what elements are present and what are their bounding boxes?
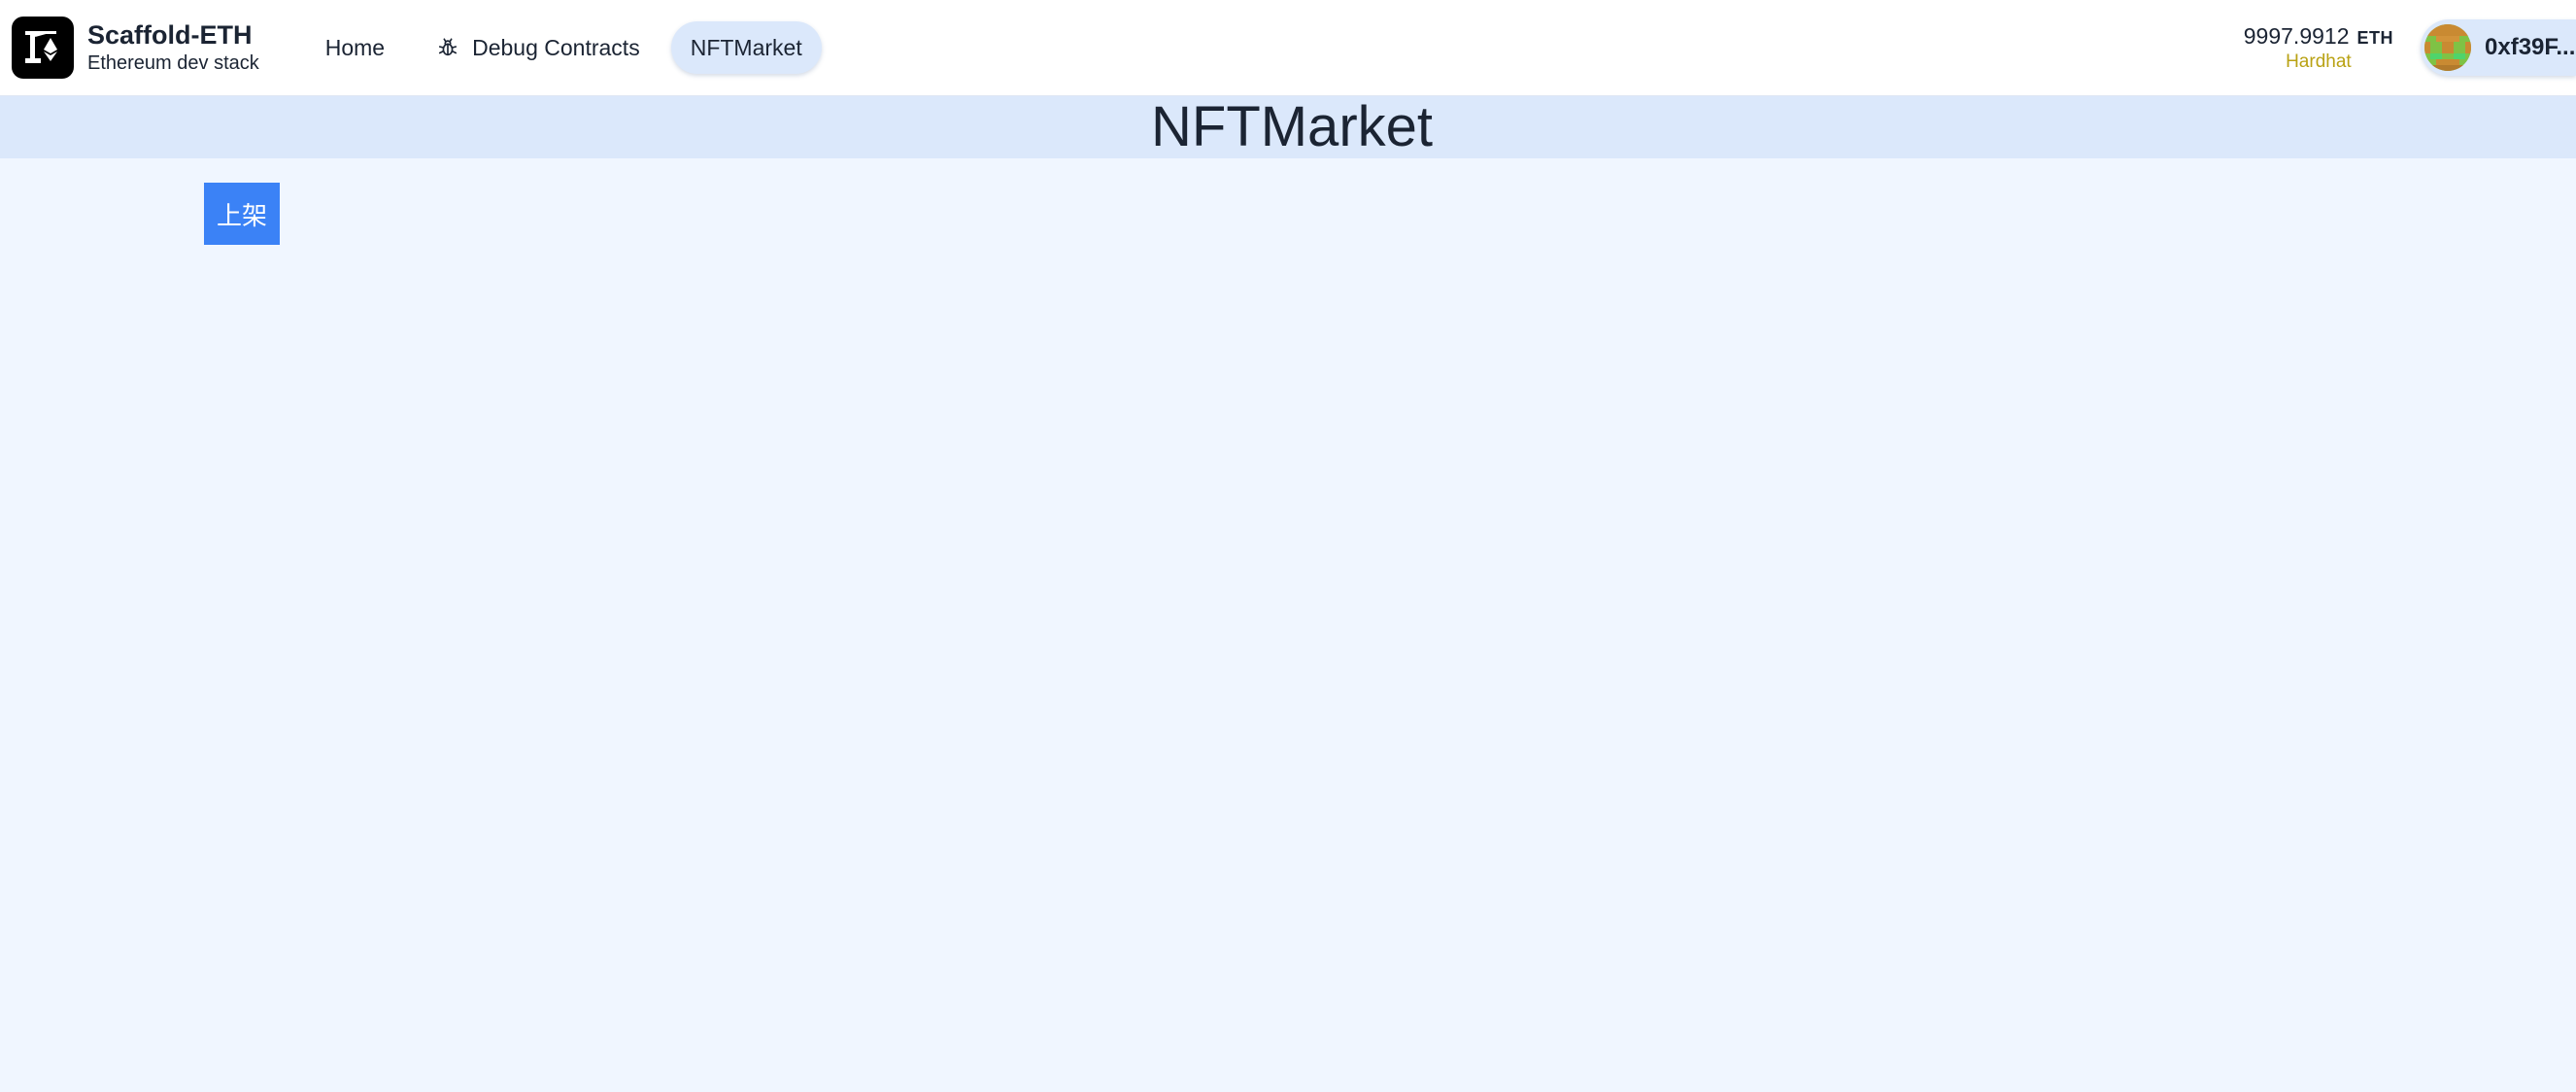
avatar (2424, 24, 2471, 71)
nav-item-nftmarket[interactable]: NFTMarket (670, 21, 822, 74)
scaffold-eth-logo-icon (12, 17, 74, 79)
brand[interactable]: Scaffold-ETH Ethereum dev stack (12, 17, 259, 79)
network-name: Hardhat (2286, 51, 2352, 72)
page-title: NFTMarket (1151, 95, 1433, 158)
nav-item-label: Home (324, 34, 386, 60)
top-navbar: Scaffold-ETH Ethereum dev stack Home Deb… (0, 0, 2576, 96)
balance-amount: 9997.9912 (2243, 22, 2350, 49)
nav-item-label: Debug Contracts (472, 34, 640, 60)
main-content: 上架 (0, 158, 2576, 1092)
nav-item-debug-contracts[interactable]: Debug Contracts (416, 21, 661, 74)
account-button[interactable]: 0xf39F... (2421, 19, 2576, 76)
wallet-balance[interactable]: 9997.9912 ETH Hardhat (2244, 23, 2393, 73)
app-subtitle: Ethereum dev stack (87, 52, 259, 74)
bug-icon (437, 37, 458, 58)
list-nft-button[interactable]: 上架 (204, 183, 280, 245)
account-address: 0xf39F... (2485, 34, 2576, 60)
app-title: Scaffold-ETH (87, 20, 253, 50)
nav-item-label: NFTMarket (690, 34, 802, 60)
page-title-bar: NFTMarket (0, 96, 2576, 158)
balance-unit: ETH (2356, 27, 2393, 48)
nav-item-home[interactable]: Home (304, 21, 406, 74)
main-nav: Home Debug Contracts NFTMarket (304, 21, 822, 74)
